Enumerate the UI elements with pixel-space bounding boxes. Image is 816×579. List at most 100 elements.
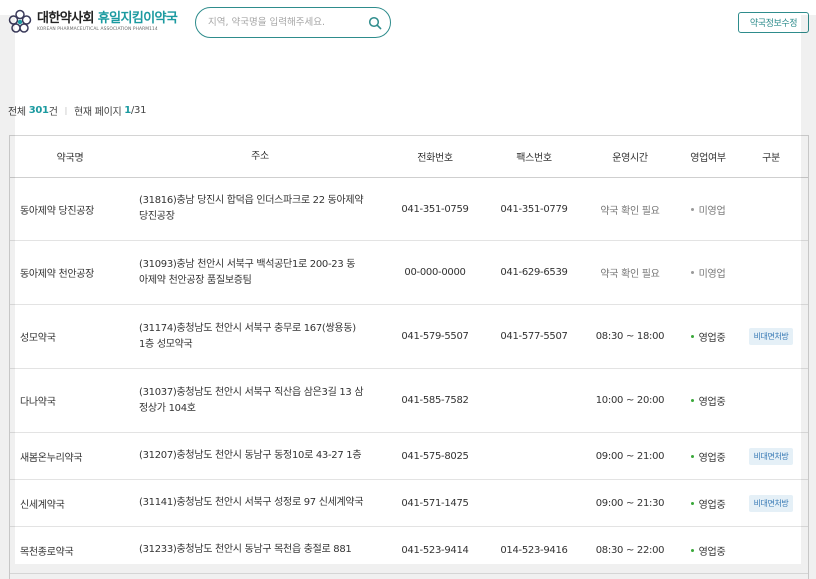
pharmacy-fax: 041-577-5507 [484, 305, 584, 368]
total-unit: 건 [49, 103, 58, 118]
table-row[interactable]: 다나약국 (31037)충청남도 천안시 서북구 직산읍 삼은3길 13 삼정상… [10, 369, 808, 433]
column-header-status: 영업여부 [680, 136, 736, 177]
pharmacy-address: (31037)충청남도 천안시 서북구 직산읍 삼은3길 13 삼정상가 104… [139, 369, 364, 432]
summary-separator: | [65, 106, 67, 115]
pharmacy-address: (31093)충남 천안시 서북구 백석공단1로 200-23 동아제약 천안공… [139, 241, 364, 304]
pharmacy-fax [484, 433, 584, 479]
current-page: 1 [124, 105, 131, 116]
status-dot [691, 455, 694, 458]
telemedicine-badge: 비대면처방 [749, 448, 794, 465]
pharmacy-hours: 10:00 ~ 20:00 [584, 369, 676, 432]
pharmacy-hours: 08:30 ~ 18:00 [584, 305, 676, 368]
status-dot [691, 502, 694, 505]
table-row[interactable]: 동아제약 천안공장 (31093)충남 천안시 서북구 백석공단1로 200-2… [10, 241, 808, 305]
pharmacy-status: 미영업 [680, 178, 736, 240]
status-badge: 영업중 [691, 329, 726, 344]
pharmacy-phone: 041-585-7582 [385, 369, 485, 432]
status-dot [691, 271, 694, 274]
status-badge: 영업중 [691, 393, 726, 408]
pharmacy-hours: 09:00 ~ 21:30 [584, 480, 676, 526]
pharmacy-fax: 041-351-0779 [484, 178, 584, 240]
column-header-hours: 운영시간 [584, 136, 676, 177]
pharmacy-phone: 041-351-0759 [385, 178, 485, 240]
table-row[interactable]: 동아제약 당진공장 (31816)충남 당진시 합덕읍 인더스파크로 22 동아… [10, 178, 808, 241]
pharmacy-address: (31207)충청남도 천안시 동남구 동정10로 43-27 1층 [139, 433, 364, 479]
status-text: 영업중 [699, 329, 726, 344]
table-row[interactable]: 성모약국 (31174)충청남도 천안시 서북구 충무로 167(쌍용동) 1층… [10, 305, 808, 369]
status-dot [691, 208, 694, 211]
table-row[interactable]: 새봄온누리약국 (31207)충청남도 천안시 동남구 동정10로 43-27 … [10, 433, 808, 480]
telemedicine-badge: 비대면처방 [749, 495, 794, 512]
column-header-phone: 전화번호 [385, 136, 485, 177]
result-summary: 전체 301건 | 현재 페이지 1/31 [8, 103, 146, 118]
status-dot [691, 335, 694, 338]
pharmacy-status: 영업중 [680, 369, 736, 432]
pharmacy-name[interactable]: 성모약국 [20, 305, 138, 368]
status-dot [691, 399, 694, 402]
pharmacy-fax [484, 480, 584, 526]
status-dot [691, 549, 694, 552]
pharmacy-fax: 041-629-6539 [484, 241, 584, 304]
pharmacy-address: (31141)충청남도 천안시 서북구 성정로 97 신세계약국 [139, 480, 364, 526]
pharmacy-hours: 약국 확인 필요 [584, 241, 676, 304]
pharmacy-phone: 041-579-5507 [385, 305, 485, 368]
pharmacy-name[interactable]: 동아제약 천안공장 [20, 241, 138, 304]
pharmacy-type: 비대면처방 [738, 305, 804, 368]
status-text: 미영업 [699, 202, 726, 217]
pharmacy-hours: 09:00 ~ 21:00 [584, 433, 676, 479]
pharmacy-fax [484, 369, 584, 432]
pharmacy-name[interactable]: 새봄온누리약국 [20, 433, 138, 479]
logo-title: 대한약사회 휴일지킴이약국 [37, 11, 177, 26]
search-icon[interactable] [368, 16, 382, 30]
table-row[interactable]: 신세계약국 (31141)충청남도 천안시 서북구 성정로 97 신세계약국 0… [10, 480, 808, 527]
status-text: 영업중 [699, 449, 726, 464]
column-header-name: 약국명 [10, 136, 130, 177]
pharmacy-phone: 041-571-1475 [385, 480, 485, 526]
dim-overlay-right [801, 15, 816, 579]
pharmacy-type [738, 241, 804, 304]
status-badge: 영업중 [691, 449, 726, 464]
status-badge: 미영업 [691, 202, 726, 217]
status-badge: 영업중 [691, 496, 726, 511]
total-count: 301 [29, 105, 49, 116]
pharmacy-hours: 약국 확인 필요 [584, 178, 676, 240]
page-label: 현재 페이지 [74, 103, 121, 118]
status-text: 영업중 [699, 543, 726, 558]
search-input[interactable] [208, 14, 363, 31]
status-badge: 영업중 [691, 543, 726, 558]
site-logo[interactable]: 대한약사회 휴일지킴이약국 KOREAN PHARMACEUTICAL ASSO… [8, 9, 177, 35]
pharmacy-name[interactable]: 신세계약국 [20, 480, 138, 526]
dim-overlay-bottom [15, 564, 801, 579]
logo-title-accent: 휴일지킴이약국 [98, 11, 178, 26]
logo-subtitle: KOREAN PHARMACEUTICAL ASSOCIATION PHARM1… [37, 26, 177, 33]
pharmacy-type: 비대면처방 [738, 480, 804, 526]
pharmacy-phone: 041-575-8025 [385, 433, 485, 479]
table-header-row: 약국명 주소 전화번호 팩스번호 운영시간 영업여부 구분 [10, 136, 808, 178]
pharmacy-type [738, 178, 804, 240]
status-text: 영업중 [699, 393, 726, 408]
header: 대한약사회 휴일지킴이약국 KOREAN PHARMACEUTICAL ASSO… [0, 0, 816, 44]
pharmacy-status: 영업중 [680, 480, 736, 526]
pharmacy-type [738, 369, 804, 432]
dim-overlay-left [0, 15, 15, 579]
pharmacy-type: 비대면처방 [738, 433, 804, 479]
search-box [195, 7, 391, 38]
column-header-address: 주소 [150, 136, 370, 177]
column-header-fax: 팩스번호 [484, 136, 584, 177]
pharmacy-phone: 00-000-0000 [385, 241, 485, 304]
status-text: 영업중 [699, 496, 726, 511]
column-header-type: 구분 [738, 136, 804, 177]
total-pages: /31 [131, 105, 146, 116]
pharmacy-address: (31816)충남 당진시 합덕읍 인더스파크로 22 동아제약 당진공장 [139, 178, 364, 240]
pharmacy-address: (31174)충청남도 천안시 서북구 충무로 167(쌍용동) 1층 성모약국 [139, 305, 364, 368]
status-badge: 미영업 [691, 265, 726, 280]
page: 대한약사회 휴일지킴이약국 KOREAN PHARMACEUTICAL ASSO… [0, 0, 816, 579]
pharmacy-name[interactable]: 다나약국 [20, 369, 138, 432]
pharmacy-name[interactable]: 동아제약 당진공장 [20, 178, 138, 240]
pharmacy-status: 영업중 [680, 433, 736, 479]
logo-title-main: 대한약사회 [37, 11, 94, 26]
telemedicine-badge: 비대면처방 [749, 328, 794, 345]
pharmacy-status: 영업중 [680, 305, 736, 368]
edit-pharmacy-info-button[interactable]: 약국정보수정 [738, 12, 809, 33]
pharmacy-table: 약국명 주소 전화번호 팩스번호 운영시간 영업여부 구분 동아제약 당진공장 … [9, 135, 809, 579]
